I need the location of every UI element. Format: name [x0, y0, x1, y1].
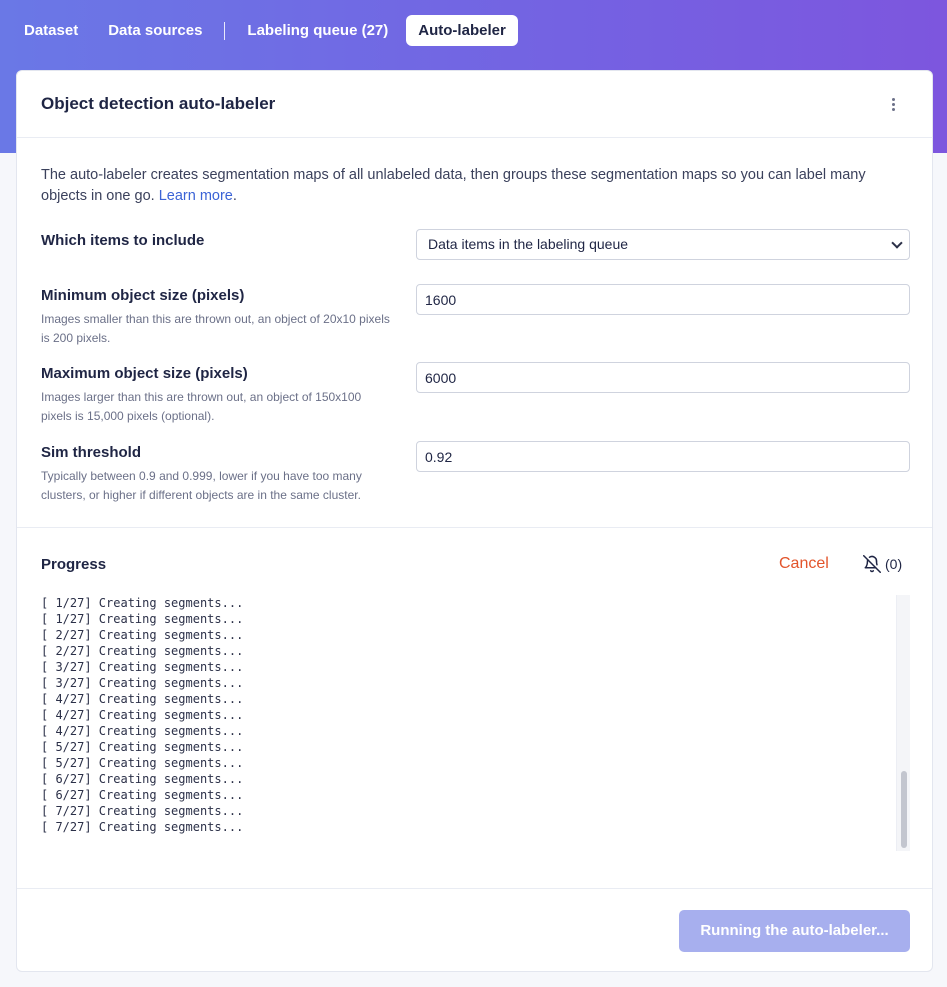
- log-line: [ 5/27] Creating segments...: [41, 756, 244, 770]
- description-tail: .: [232, 188, 237, 204]
- log-line: [ 3/27] Creating segments...: [41, 676, 244, 690]
- nav-dataset[interactable]: Dataset: [12, 15, 90, 46]
- log-line: [ 5/27] Creating segments...: [41, 740, 244, 754]
- notifications-toggle[interactable]: (0): [863, 555, 902, 573]
- section-divider: [17, 527, 932, 528]
- min-size-row: Minimum object size (pixels) Images smal…: [41, 284, 911, 348]
- log-line: [ 2/27] Creating segments...: [41, 628, 244, 642]
- max-size-row: Maximum object size (pixels) Images larg…: [41, 362, 911, 426]
- footer-divider: [17, 888, 932, 889]
- log-line: [ 4/27] Creating segments...: [41, 708, 244, 722]
- description: The auto-labeler creates segmentation ma…: [41, 165, 901, 207]
- cancel-button[interactable]: Cancel: [779, 555, 829, 573]
- nav-labeling-queue[interactable]: Labeling queue (27): [235, 15, 400, 46]
- learn-more-link[interactable]: Learn more: [159, 188, 233, 204]
- include-selected-value: Data items in the labeling queue: [428, 236, 629, 252]
- log-line: [ 3/27] Creating segments...: [41, 660, 244, 674]
- include-row: Which items to include Data items in the…: [41, 229, 911, 260]
- log-scrollbar-thumb[interactable]: [901, 771, 907, 848]
- sim-threshold-help: Typically between 0.9 and 0.999, lower i…: [41, 469, 362, 502]
- nav-auto-labeler[interactable]: Auto-labeler: [406, 15, 518, 46]
- max-size-help: Images larger than this are thrown out, …: [41, 390, 362, 423]
- include-select[interactable]: Data items in the labeling queue: [416, 229, 910, 260]
- notifications-count: (0): [885, 556, 903, 572]
- progress-log[interactable]: [ 1/27] Creating segments... [ 1/27] Crea…: [41, 595, 911, 851]
- sim-threshold-row: Sim threshold Typically between 0.9 and …: [41, 441, 911, 505]
- log-scrollbar[interactable]: [896, 595, 910, 851]
- progress-title: Progress: [41, 556, 107, 573]
- log-line: [ 1/27] Creating segments...: [41, 612, 244, 626]
- nav-data-sources[interactable]: Data sources: [96, 15, 214, 46]
- top-navigation: Dataset Data sources Labeling queue (27)…: [12, 15, 524, 46]
- log-line: [ 6/27] Creating segments...: [41, 788, 244, 802]
- auto-labeler-card: Object detection auto-labeler The auto-l…: [16, 70, 933, 972]
- run-auto-labeler-button[interactable]: Running the auto-labeler...: [679, 910, 910, 952]
- log-line: [ 7/27] Creating segments...: [41, 820, 244, 834]
- kebab-vertical-icon[interactable]: [884, 95, 902, 113]
- nav-separator: [224, 21, 226, 40]
- sim-threshold-input[interactable]: [416, 441, 910, 472]
- bell-off-icon: [863, 555, 881, 573]
- card-header: Object detection auto-labeler: [17, 71, 932, 138]
- card-title: Object detection auto-labeler: [41, 94, 276, 113]
- max-size-input[interactable]: [416, 362, 910, 393]
- min-size-input[interactable]: [416, 284, 910, 315]
- log-line: [ 6/27] Creating segments...: [41, 772, 244, 786]
- log-line: [ 4/27] Creating segments...: [41, 724, 244, 738]
- log-line: [ 1/27] Creating segments...: [41, 596, 244, 610]
- log-line: [ 7/27] Creating segments...: [41, 804, 244, 818]
- log-line: [ 2/27] Creating segments...: [41, 644, 244, 658]
- chevron-down-icon: [891, 236, 903, 249]
- log-line: [ 4/27] Creating segments...: [41, 692, 244, 706]
- min-size-help: Images smaller than this are thrown out,…: [41, 312, 390, 345]
